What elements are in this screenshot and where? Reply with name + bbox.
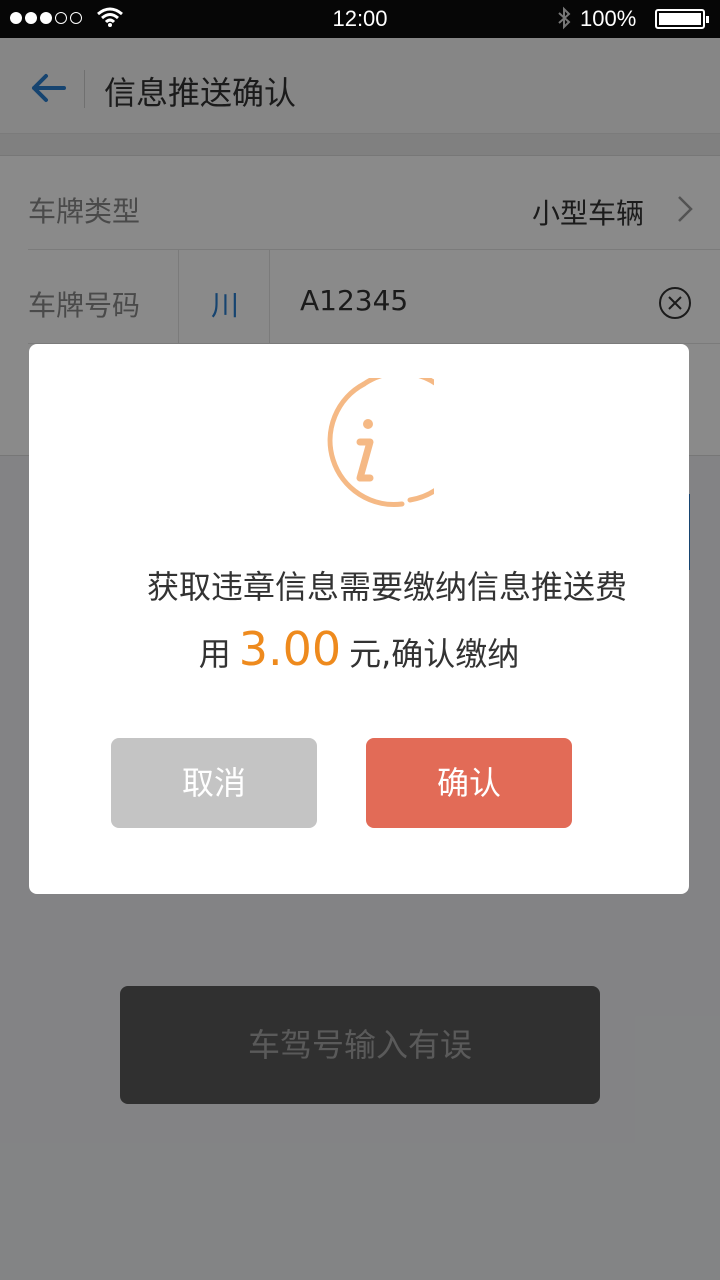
battery-icon xyxy=(655,9,709,29)
battery-percentage: 100% xyxy=(580,6,637,31)
cancel-button[interactable]: 取消 xyxy=(111,738,317,828)
status-bar: 12:00 100% xyxy=(0,0,720,38)
message-suffix: 元,确认缴纳 xyxy=(349,635,520,673)
dialog-message-line2: 用 3.00 元,确认缴纳 xyxy=(29,622,689,676)
fee-amount: 3.00 xyxy=(238,622,342,676)
confirm-dialog: 获取违章信息需要缴纳信息推送费 用 3.00 元,确认缴纳 取消 确认 xyxy=(29,344,689,894)
message-prefix: 用 xyxy=(198,635,231,673)
bluetooth-icon xyxy=(558,6,571,30)
confirm-button[interactable]: 确认 xyxy=(366,738,572,828)
info-icon xyxy=(327,378,434,507)
dialog-message-line1: 获取违章信息需要缴纳信息推送费 xyxy=(146,568,627,606)
